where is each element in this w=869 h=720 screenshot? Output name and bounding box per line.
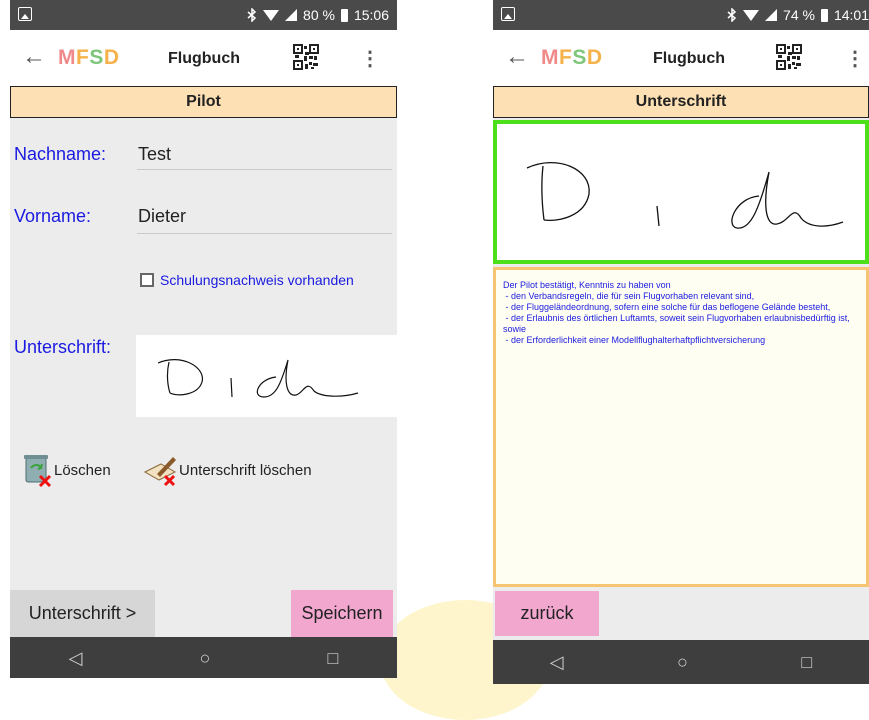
battery-icon <box>820 8 828 22</box>
gallery-notification-icon <box>18 7 32 21</box>
qr-code-icon[interactable] <box>776 44 802 70</box>
bluetooth-icon <box>727 8 737 22</box>
nachname-label: Nachname: <box>14 144 107 164</box>
delete-label: Löschen <box>54 461 111 479</box>
signature-drawing <box>526 162 844 229</box>
declaration-line: - der Erforderlichkeit einer Modellflugh… <box>503 335 766 345</box>
save-button[interactable]: Speichern <box>291 590 393 637</box>
checkbox-box[interactable] <box>140 273 154 287</box>
signature-pad[interactable] <box>493 120 869 264</box>
back-arrow-icon[interactable]: ← <box>505 42 529 72</box>
phone-screen-signature: 74 % 14:01 ← MFSD Flugbuch ⋮ Unterschrif… <box>493 0 869 684</box>
back-button[interactable]: zurück <box>495 591 599 636</box>
signature-delete-icon <box>143 457 177 487</box>
phone-screen-pilot: 80 % 15:06 ← MFSD Flugbuch ⋮ Pilot Nachn… <box>10 0 397 678</box>
schulungsnachweis-checkbox[interactable]: Schulungsnachweis vorhanden <box>140 272 354 288</box>
battery-icon <box>340 8 348 22</box>
unterschrift-label: Unterschrift: <box>14 337 112 357</box>
nav-recents-icon[interactable]: □ <box>801 652 812 673</box>
qr-code-icon[interactable] <box>293 44 319 70</box>
delete-button[interactable]: Löschen <box>20 452 111 488</box>
more-options-icon[interactable]: ⋮ <box>360 49 380 69</box>
status-bar: 80 % 15:06 <box>10 0 397 30</box>
nav-back-icon[interactable]: ◁ <box>550 652 564 673</box>
signature-drawing <box>157 359 359 398</box>
back-arrow-icon[interactable]: ← <box>22 42 46 72</box>
android-nav-bar: ◁ ○ □ <box>10 637 397 678</box>
clock: 15:06 <box>353 7 389 23</box>
app-title: Flugbuch <box>168 50 240 67</box>
vorname-underline <box>137 233 392 234</box>
mfsd-logo: MFSD <box>58 46 120 69</box>
nav-home-icon[interactable]: ○ <box>200 648 211 669</box>
signature-next-button[interactable]: Unterschrift > <box>10 590 155 637</box>
declaration-line: - der Fluggeländeordnung, sofern eine so… <box>503 302 831 312</box>
battery-percent: 80 % <box>303 7 335 23</box>
declaration-line: - der Erlaubnis des örtlichen Luftamts, … <box>503 313 853 334</box>
app-title: Flugbuch <box>653 50 725 67</box>
nav-back-icon[interactable]: ◁ <box>69 648 83 669</box>
section-title: Unterschrift <box>493 86 869 118</box>
vorname-label: Vorname: <box>14 206 92 226</box>
section-title: Pilot <box>10 86 397 118</box>
nachname-underline <box>137 169 392 170</box>
clock: 14:01 <box>833 7 869 23</box>
signature-preview <box>136 335 397 417</box>
wifi-icon <box>263 9 280 21</box>
wifi-icon <box>743 9 760 21</box>
gallery-notification-icon <box>501 7 515 21</box>
app-bar: ← MFSD Flugbuch ⋮ <box>493 30 869 86</box>
delete-signature-button[interactable]: Unterschrift löschen <box>143 452 312 488</box>
android-nav-bar: ◁ ○ □ <box>493 640 869 684</box>
trash-icon <box>24 455 52 488</box>
nav-recents-icon[interactable]: □ <box>328 648 339 669</box>
signal-icon <box>285 9 298 21</box>
bluetooth-icon <box>247 8 257 22</box>
more-options-icon[interactable]: ⋮ <box>845 49 865 69</box>
status-bar: 74 % 14:01 <box>493 0 869 30</box>
pilot-declaration: Der Pilot bestätigt, Kenntnis zu haben v… <box>493 267 869 587</box>
nav-home-icon[interactable]: ○ <box>677 652 688 673</box>
delete-signature-label: Unterschrift löschen <box>179 461 312 479</box>
schulungsnachweis-label: Schulungsnachweis vorhanden <box>160 272 354 288</box>
app-bar: ← MFSD Flugbuch ⋮ <box>10 30 397 86</box>
signal-icon <box>765 9 778 21</box>
mfsd-logo: MFSD <box>541 46 603 69</box>
nachname-input[interactable]: Test <box>138 144 171 165</box>
declaration-line: - den Verbandsregeln, die für sein Flugv… <box>503 291 755 301</box>
vorname-input[interactable]: Dieter <box>138 206 186 227</box>
battery-percent: 74 % <box>783 7 815 23</box>
declaration-line: Der Pilot bestätigt, Kenntnis zu haben v… <box>503 280 671 290</box>
